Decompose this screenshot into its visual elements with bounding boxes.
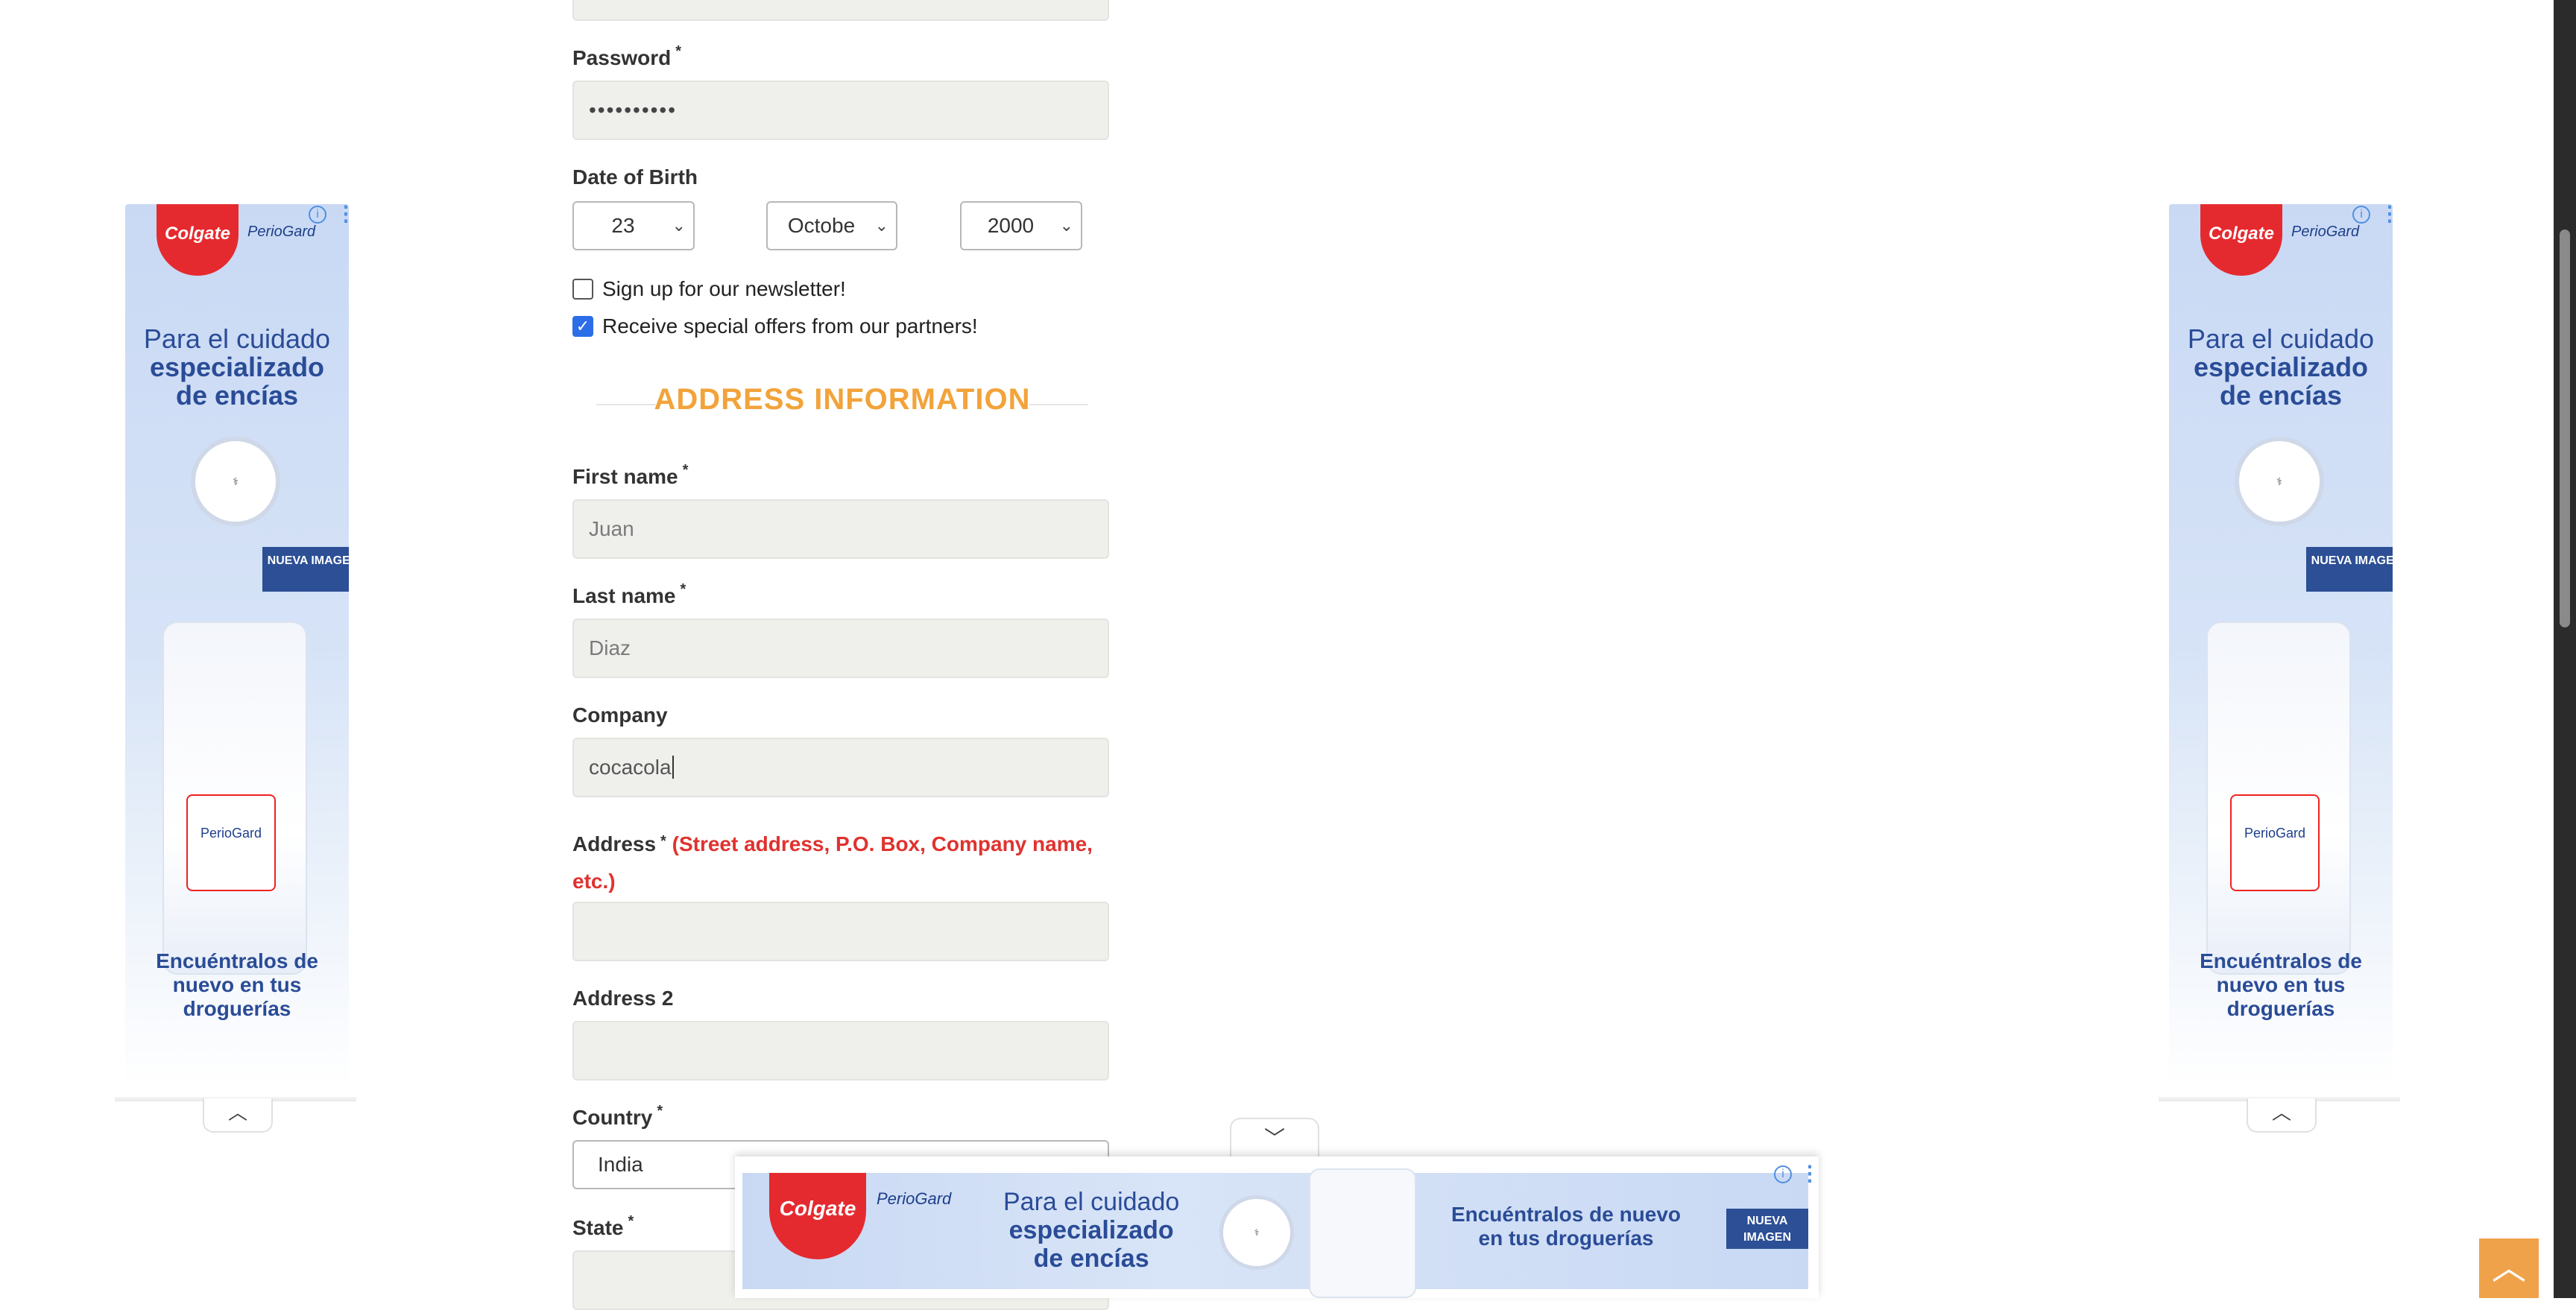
clinical-seal-icon: ⚕ xyxy=(191,437,280,526)
ad-headline: Para el cuidado especializado de encías xyxy=(1003,1188,1180,1273)
ad-headline-1: Para el cuidado xyxy=(143,323,331,354)
ad-tag: NUEVA IMAGEN xyxy=(262,547,349,592)
chevron-down-icon: ⌄ xyxy=(1059,216,1073,235)
ad-footer: Encuéntralos de nuevo en tus droguerías xyxy=(156,949,318,1020)
dob-month-select[interactable]: Octobe ⌄ xyxy=(766,201,897,250)
product-image: PerioGard xyxy=(2206,621,2351,975)
more-vertical-icon[interactable]: ⋮ xyxy=(1799,1161,1820,1186)
clinical-seal-icon: ⚕ xyxy=(2235,437,2324,526)
newsletter-option[interactable]: Sign up for our newsletter! xyxy=(572,277,846,301)
last-name-label: Last name * xyxy=(572,581,686,607)
ad-tag: NUEVA IMAGEN xyxy=(1726,1209,1808,1249)
ad-creative[interactable]: Colgate PerioGard Para el cuidado especi… xyxy=(2169,204,2393,1088)
product-image xyxy=(1309,1168,1416,1298)
scroll-to-top-button[interactable]: ︿ xyxy=(2479,1238,2539,1298)
right-side-ad[interactable]: Colgate PerioGard Para el cuidado especi… xyxy=(2159,201,2400,1133)
chevron-down-icon: ⌄ xyxy=(874,216,888,235)
ad-creative[interactable]: Colgate PerioGard Para el cuidado especi… xyxy=(742,1168,1808,1298)
info-icon[interactable]: i xyxy=(309,206,326,224)
periogard-logo: PerioGard xyxy=(247,224,316,240)
arrow-up-icon: ︿ xyxy=(2492,1248,2526,1287)
ad-tag: NUEVA IMAGEN xyxy=(2306,547,2393,592)
clinical-seal-icon: ⚕ xyxy=(1219,1195,1294,1270)
bottom-anchor-ad[interactable]: Colgate PerioGard Para el cuidado especi… xyxy=(735,1156,1820,1298)
product-image: PerioGard xyxy=(162,621,307,975)
ad-headline-2: especializado xyxy=(149,352,325,382)
offers-option[interactable]: ✓ Receive special offers from our partne… xyxy=(572,314,978,338)
bottom-ad-toggle-button[interactable]: ﹀ xyxy=(1230,1118,1319,1159)
scrollbar-thumb[interactable] xyxy=(2560,230,2570,627)
left-side-ad[interactable]: Colgate PerioGard Para el cuidado especi… xyxy=(115,201,356,1133)
chevron-down-icon: ⌄ xyxy=(672,216,686,235)
ad-headline-1: Para el cuidado xyxy=(2187,323,2375,354)
dob-year-select[interactable]: 2000 ⌄ xyxy=(960,201,1082,250)
company-field[interactable]: cocacola xyxy=(572,738,1109,797)
ad-collapse-button[interactable]: ︿ xyxy=(203,1098,273,1133)
periogard-logo: PerioGard xyxy=(877,1189,952,1208)
ad-creative[interactable]: Colgate PerioGard Para el cuidado especi… xyxy=(125,204,349,1088)
address-section-title: ADDRESS INFORMATION xyxy=(596,383,1088,417)
first-name-field[interactable]: Juan xyxy=(572,499,1109,559)
info-icon[interactable]: i xyxy=(1774,1165,1792,1183)
colgate-logo: Colgate xyxy=(2200,204,2282,276)
colgate-logo: Colgate xyxy=(157,204,239,276)
country-label: Country * xyxy=(572,1103,663,1129)
offers-checkbox[interactable]: ✓ xyxy=(572,316,593,337)
state-label: State * xyxy=(572,1213,634,1239)
info-icon[interactable]: i xyxy=(2352,206,2370,224)
password-label: Password * xyxy=(572,43,682,69)
page-scrollbar[interactable] xyxy=(2554,0,2576,1298)
password-field[interactable]: •••••••••• xyxy=(572,80,1109,140)
address-label: Address * (Street address, P.O. Box, Comp… xyxy=(572,832,1093,893)
chevron-up-icon: ︿ xyxy=(227,1101,247,1124)
company-label: Company xyxy=(572,703,668,727)
text-cursor xyxy=(672,756,674,779)
address-field[interactable] xyxy=(572,902,1109,961)
product-label: PerioGard xyxy=(186,794,276,891)
chevron-down-icon: ﹀ xyxy=(1263,1127,1285,1150)
periogard-logo: PerioGard xyxy=(2291,224,2360,240)
address2-label: Address 2 xyxy=(572,987,674,1010)
address2-field[interactable] xyxy=(572,1021,1109,1080)
dob-day-select[interactable]: 23 ⌄ xyxy=(572,201,695,250)
first-name-label: First name * xyxy=(572,462,689,488)
email-field[interactable] xyxy=(572,0,1109,21)
more-vertical-icon[interactable]: ⋮ xyxy=(335,201,356,226)
ad-footer: Encuéntralos de nuevo en tus droguerías xyxy=(1450,1203,1682,1250)
dob-label: Date of Birth xyxy=(572,165,698,189)
colgate-logo: Colgate xyxy=(769,1173,866,1259)
more-vertical-icon[interactable]: ⋮ xyxy=(2379,201,2400,226)
ad-collapse-button[interactable]: ︿ xyxy=(2247,1098,2317,1133)
ad-headline-3: de encías xyxy=(2219,380,2343,411)
last-name-field[interactable]: Diaz xyxy=(572,618,1109,678)
ad-footer: Encuéntralos de nuevo en tus droguerías xyxy=(2200,949,2362,1020)
ad-headline-3: de encías xyxy=(175,380,299,411)
chevron-up-icon: ︿ xyxy=(2271,1101,2291,1124)
product-label: PerioGard xyxy=(2230,794,2320,891)
newsletter-checkbox[interactable] xyxy=(572,279,593,300)
ad-headline-2: especializado xyxy=(2193,352,2369,382)
